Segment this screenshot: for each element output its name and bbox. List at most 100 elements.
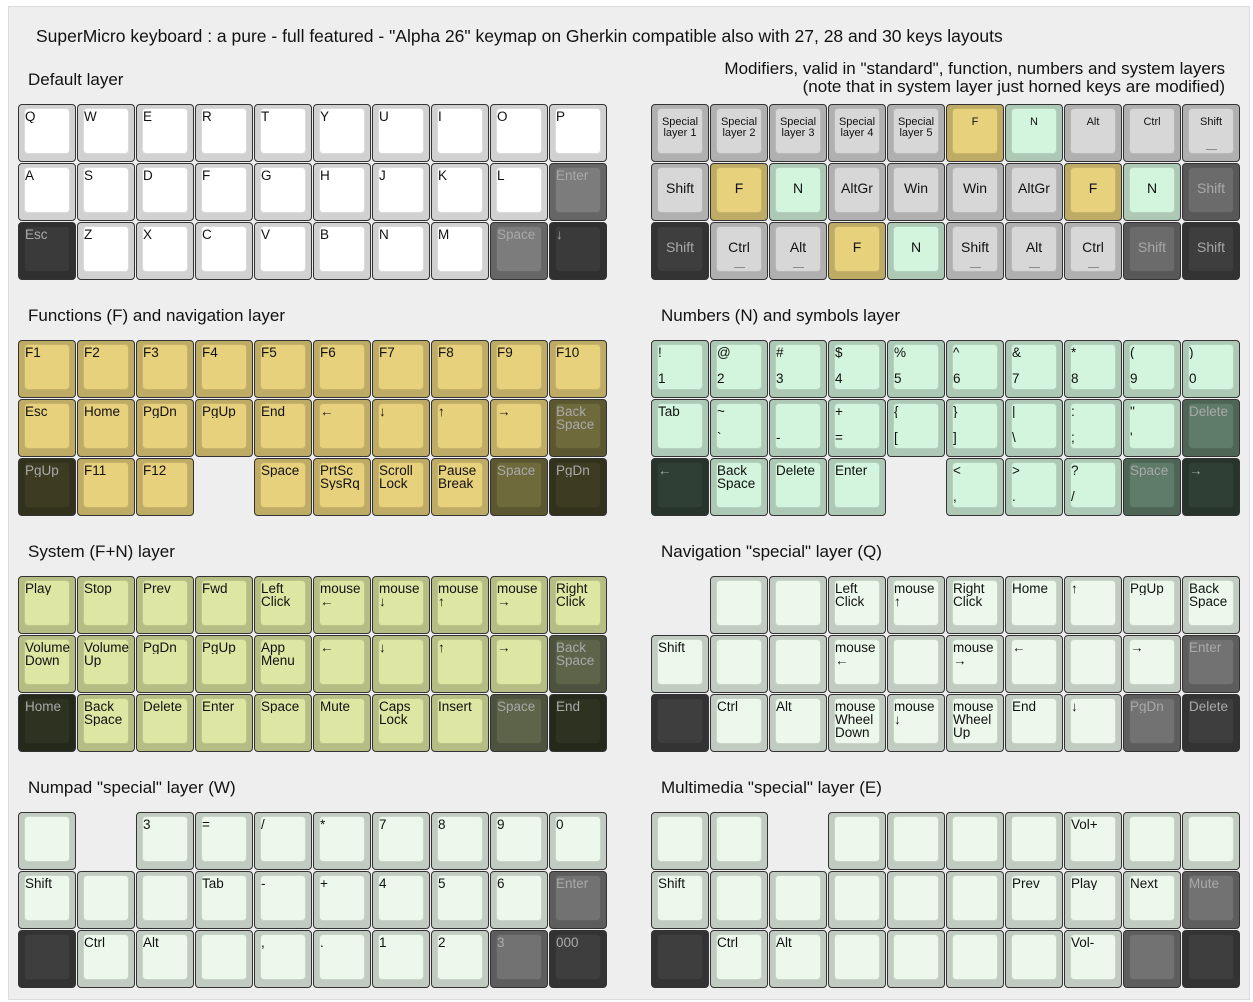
key-legend: -	[261, 877, 266, 890]
key-system-r2c9-end: End	[549, 694, 607, 752]
key-legend: 6	[497, 877, 505, 890]
key-functions-r2c0-pgup: PgUp	[18, 458, 76, 516]
key-legend-shifted: 9	[1130, 371, 1138, 386]
key-legend: ←	[320, 641, 334, 654]
key-navigation-q-r0c8-pgup: PgUp	[1123, 576, 1181, 634]
key-legend-shifted: 3	[776, 371, 784, 386]
key-numbers-r1c8-symbol: " '	[1123, 399, 1181, 457]
key-legend: F	[971, 117, 979, 128]
key-legend: 4	[379, 877, 387, 890]
key-multimedia-e-r1c2-blank	[769, 871, 827, 929]
key-legend-shifted: -	[776, 430, 781, 445]
key-legend: Shift	[665, 241, 694, 254]
key-legend: AltGr	[841, 182, 873, 195]
key-legend-shifted: 7	[1012, 371, 1020, 386]
key-navigation-q-r2c3-mouse-wheel-down: mouse Wheel Down	[828, 694, 886, 752]
key-functions-r0c5-f6: F6	[313, 340, 371, 398]
key-legend: F	[734, 182, 744, 195]
keycap-top	[1011, 934, 1057, 980]
key-legend: Back Space	[556, 641, 595, 667]
key-default-r2c5-b: B	[313, 222, 371, 280]
key-system-r1c2-pgdn: PgDn	[136, 635, 194, 693]
key-legend: Delete	[776, 464, 816, 477]
page-title: SuperMicro keyboard : a pure - full feat…	[36, 26, 1003, 46]
key-legend: mouse →	[497, 582, 538, 608]
key-legend: &	[1012, 346, 1022, 359]
key-legend: Mute	[320, 700, 351, 713]
key-numbers-r2c8-space: Space	[1123, 458, 1181, 516]
keyboard-numpad-w-layer: 3 = / * 7 8 9 0 Shift Tab - +4 5 6 Enter Ctrl Alt,. 1 2 3 00…	[18, 812, 608, 989]
key-default-r2c7-m: M	[431, 222, 489, 280]
key-numpad-w-r0c5-symbol: *	[313, 812, 371, 870]
key-default-r0c8-o: O	[490, 104, 548, 162]
key-legend: F	[852, 241, 862, 254]
key-modifiers-r1c1-f: F	[710, 163, 768, 221]
key-legend: {	[894, 405, 899, 418]
key-legend: End	[1012, 700, 1037, 713]
key-multimedia-e-r1c6-prev: Prev	[1005, 871, 1063, 929]
key-system-r2c2-delete: Delete	[136, 694, 194, 752]
key-legend: Play	[1071, 877, 1098, 890]
key-numpad-w-r2c2-alt: Alt	[136, 930, 194, 988]
key-legend: F	[1088, 182, 1098, 195]
key-legend: AltGr	[1018, 182, 1050, 195]
key-functions-r0c0-f1: F1	[18, 340, 76, 398]
key-functions-r1c9-back-space: Back Space	[549, 399, 607, 457]
key-legend: @	[717, 346, 731, 359]
key-legend-shifted: ;	[1071, 430, 1075, 445]
key-legend: <	[953, 464, 961, 477]
keycap-top	[657, 816, 703, 862]
key-modifiers-r0c8-ctrl: Ctrl	[1123, 104, 1181, 162]
key-legend: mouse ←	[320, 582, 361, 608]
key-multimedia-e-r2c3-blank	[828, 930, 886, 988]
key-modifiers-r0c7-alt: Alt	[1064, 104, 1122, 162]
key-legend: ^	[953, 346, 960, 359]
key-legend: Special layer 4	[838, 117, 876, 139]
keycap-top	[775, 639, 821, 685]
key-legend-shifted: 0	[1189, 371, 1197, 386]
key-legend-shifted: 8	[1071, 371, 1079, 386]
key-legend: M	[438, 228, 450, 241]
key-legend: N	[910, 241, 922, 254]
key-default-r2c4-v: V	[254, 222, 312, 280]
keycap-top	[834, 934, 880, 980]
section-title-functions: Functions (F) and navigation layer	[28, 306, 286, 325]
key-legend: Scroll Lock	[379, 464, 413, 490]
keycap-top	[893, 875, 939, 921]
key-navigation-q-r2c7-symbol: ↓	[1064, 694, 1122, 752]
key-multimedia-e-r2c5-blank	[946, 930, 1004, 988]
key-legend: Tab	[202, 877, 224, 890]
key-numpad-w-r2c3-blank	[195, 930, 253, 988]
key-functions-r1c5-symbol: ←	[313, 399, 371, 457]
key-navigation-q-r0c6-home: Home	[1005, 576, 1063, 634]
key-system-r0c4-left-click: Left Click	[254, 576, 312, 634]
key-default-r1c4-g: G	[254, 163, 312, 221]
key-legend: Play	[25, 582, 52, 595]
key-legend: PgDn	[143, 405, 177, 418]
key-numbers-r2c2-delete: Delete	[769, 458, 827, 516]
key-numbers-r0c6-symbol: & 7	[1005, 340, 1063, 398]
key-navigation-q-r2c0-blank	[651, 694, 709, 752]
key-system-r0c5-mouse: mouse ←	[313, 576, 371, 634]
key-multimedia-e-r0c9-blank	[1182, 812, 1240, 870]
key-legend: :	[1071, 405, 1075, 418]
key-legend: G	[261, 169, 272, 182]
key-legend: Back Space	[556, 405, 595, 431]
key-legend: Back Space	[84, 700, 123, 726]
key-numbers-r1c7-symbol: :;	[1064, 399, 1122, 457]
key-modifiers-r2c1-ctrl: Ctrl	[710, 222, 768, 280]
key-legend: Alt	[776, 936, 792, 949]
horn-marker	[793, 267, 804, 268]
key-numpad-w-r0c0-blank	[18, 812, 76, 870]
key-modifiers-r0c3-special-layer-4: Special layer 4	[828, 104, 886, 162]
key-legend: Home	[1012, 582, 1049, 595]
key-legend-shifted: '	[1130, 430, 1133, 445]
key-legend: D	[143, 169, 153, 182]
key-legend: F10	[556, 346, 580, 359]
key-navigation-q-r0c3-left-click: Left Click	[828, 576, 886, 634]
key-legend: Esc	[25, 228, 48, 241]
key-legend: 000	[556, 936, 579, 949]
key-legend: Ctrl	[717, 700, 738, 713]
key-legend: Right Click	[556, 582, 588, 608]
key-system-r0c6-mouse: mouse ↓	[372, 576, 430, 634]
